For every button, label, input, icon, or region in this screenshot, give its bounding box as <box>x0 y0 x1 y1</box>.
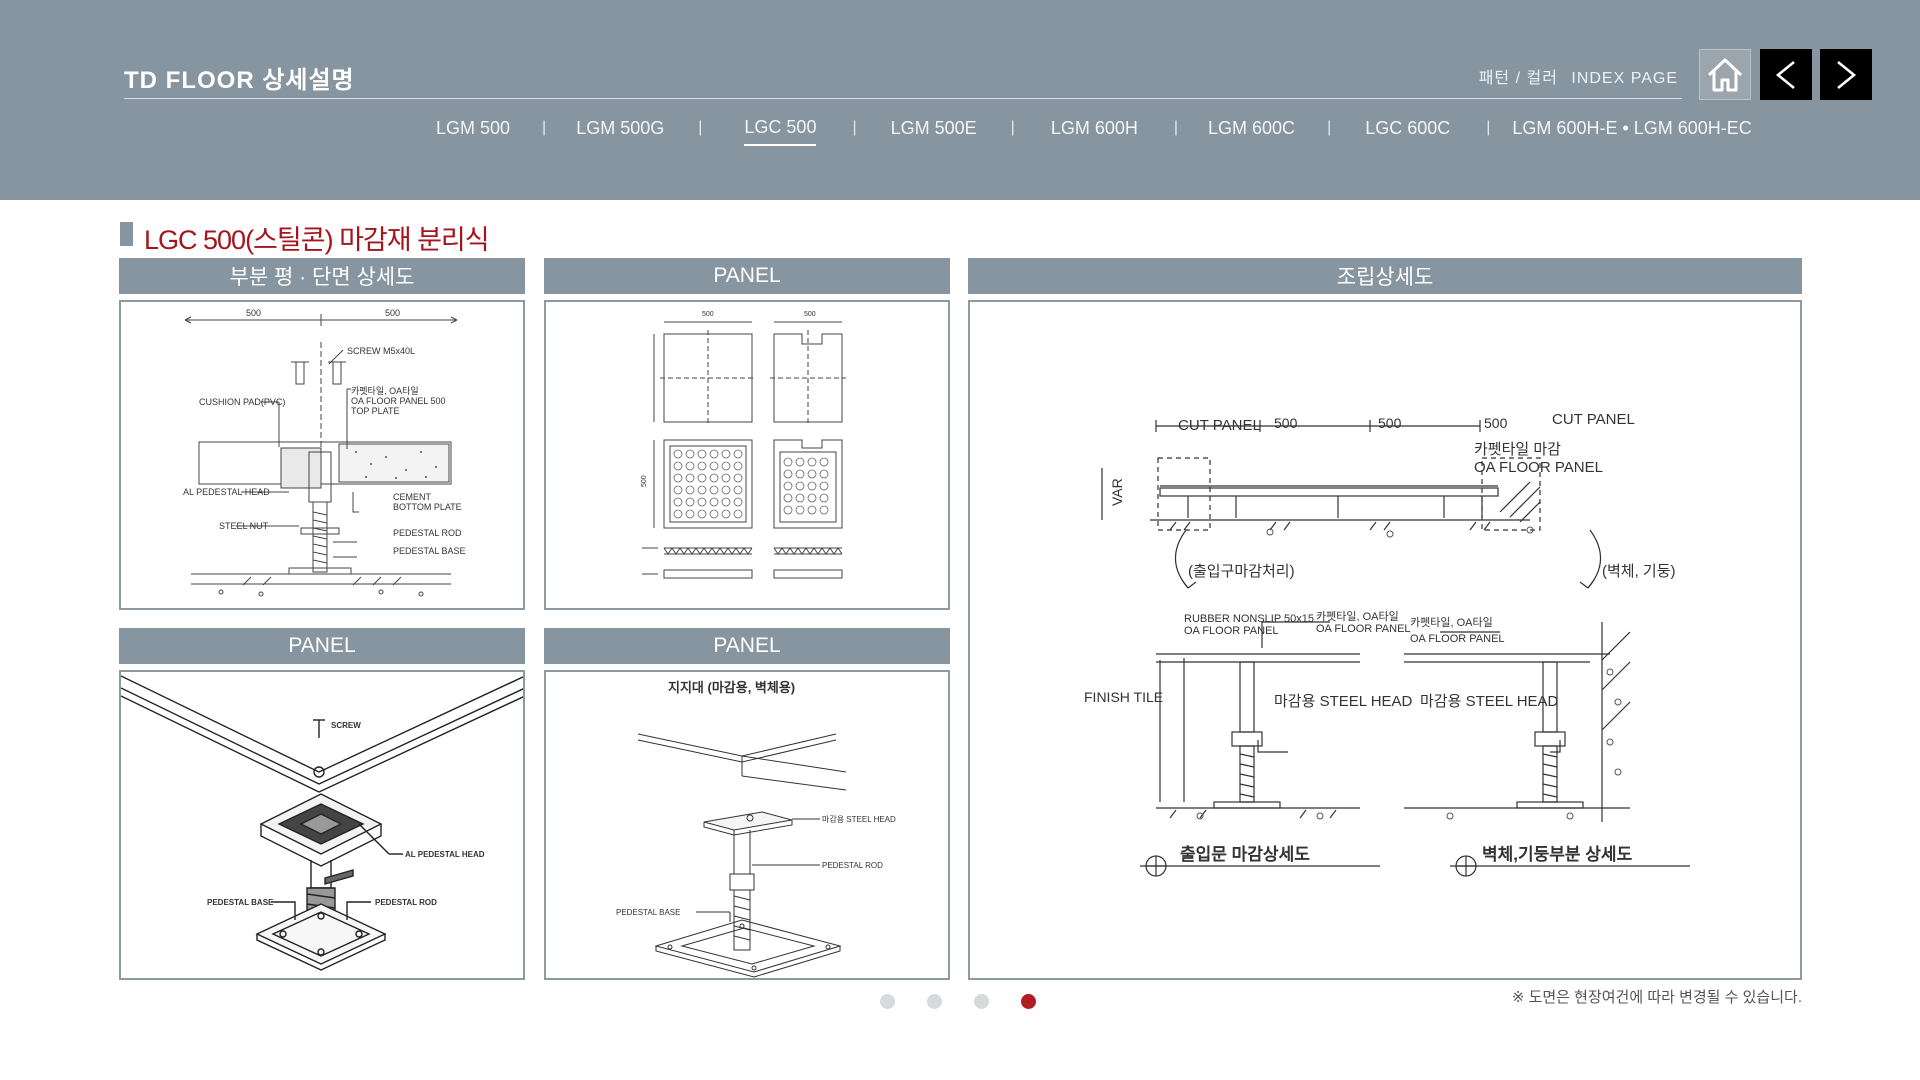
panel-pedestal-drawing: 지지대 (마감용, 벽체용) 마감용 STEEL HEAD PEDESTAL R… <box>544 670 950 980</box>
callout-al-head: AL PEDESTAL HEAD <box>405 850 485 859</box>
section-title: LGC 500(스틸콘) 마감재 분리식 <box>144 225 490 255</box>
callout-carpet-oa: 카펫타일, OA타일 <box>1316 609 1399 623</box>
home-button[interactable] <box>1699 49 1751 100</box>
callout-cement: CEMENT <box>393 492 432 502</box>
callout-rod: PEDESTAL ROD <box>375 898 437 907</box>
callout-al-head: AL PEDESTAL HEAD <box>183 487 270 497</box>
tab-lgm-500g[interactable]: LGM 500G <box>576 118 664 145</box>
tab-lgc-500[interactable]: LGC 500 <box>744 117 817 146</box>
dim-label: 500 <box>1378 415 1402 431</box>
callout-carpet: 카펫타일, OA타일 <box>351 386 419 396</box>
callout-finish-tile: FINISH TILE <box>1084 689 1163 705</box>
pattern-color-link[interactable]: 패턴 / 컬러 <box>1479 70 1558 87</box>
callout-oa-panel: OA FLOOR PANEL <box>1474 459 1603 476</box>
tab-separator: | <box>698 119 703 136</box>
tab-separator: | <box>1173 119 1179 136</box>
header-bar: TD FLOOR 상세설명 패턴 / 컬러 INDEX PAGE LGM 500… <box>0 0 1920 200</box>
header-links: 패턴 / 컬러 INDEX PAGE <box>1475 64 1682 88</box>
panel-header-assembly: 조립상세도 <box>968 258 1802 294</box>
panel-pedestal-svg: 지지대 (마감용, 벽체용) 마감용 STEEL HEAD PEDESTAL R… <box>616 680 896 978</box>
callout-base: PEDESTAL BASE <box>616 908 680 917</box>
dim-label: 500 <box>641 475 648 487</box>
dim-label: 500 <box>246 308 261 318</box>
page-title: TD FLOOR 상세설명 <box>124 67 355 94</box>
tab-lgm-600h[interactable]: LGM 600H <box>1051 118 1138 145</box>
model-tabs: LGM 500 | LGM 500G | LGC 500 | LGM 500E … <box>436 116 1752 146</box>
callout-steel-nut: STEEL NUT <box>219 521 269 531</box>
dim-label: 500 <box>804 311 816 318</box>
tab-separator: | <box>852 119 857 136</box>
section-detail-svg: 500 500 SCREW M5x40L CUSHION PAD(PVC) 카펫… <box>183 308 466 597</box>
page-dot-4[interactable] <box>1021 994 1036 1009</box>
callout-bottom-plate: BOTTOM PLATE <box>393 502 462 512</box>
dim-label: 500 <box>702 311 714 318</box>
section-detail-drawing: 500 500 SCREW M5x40L CUSHION PAD(PVC) 카펫… <box>119 300 525 610</box>
page-dot-2[interactable] <box>927 994 942 1009</box>
callout-cushion: CUSHION PAD(PVC) <box>199 397 285 407</box>
dim-label: 500 <box>1274 415 1298 431</box>
caption-entrance: 출입문 마감상세도 <box>1180 845 1310 864</box>
callout-rod: PEDESTAL ROD <box>393 528 462 538</box>
callout-oa-panel-3: OA FLOOR PANEL <box>1316 623 1411 635</box>
tab-lgm-600h-e[interactable]: LGM 600H-E • LGM 600H-EC <box>1512 118 1751 145</box>
next-button[interactable] <box>1820 49 1872 100</box>
section-marker <box>120 222 133 246</box>
tab-separator: | <box>1010 119 1015 136</box>
tab-lgc-600c[interactable]: LGC 600C <box>1365 118 1450 145</box>
tab-separator: | <box>542 119 547 136</box>
prev-button[interactable] <box>1760 49 1812 100</box>
assembly-detail-svg: CUT PANEL 500 500 500 CUT PANEL 카펫타일 마감 … <box>1084 411 1690 877</box>
callout-steel-head-1: 마감용 STEEL HEAD <box>1274 693 1413 710</box>
callout-screw: SCREW M5x40L <box>347 346 415 356</box>
dim-label: 500 <box>1484 415 1508 431</box>
page-dot-1[interactable] <box>880 994 895 1009</box>
dim-var: VAR <box>1109 478 1125 506</box>
callout-base: PEDESTAL BASE <box>393 546 466 556</box>
callout-wall-column: (벽체, 기둥) <box>1602 563 1676 580</box>
callout-cut-panel-left: CUT PANEL <box>1178 417 1261 434</box>
callout-base: PEDESTAL BASE <box>207 898 274 907</box>
panel-header-panel-iso: PANEL <box>119 628 525 664</box>
callout-carpet-oa-2: 카펫타일, OA타일 <box>1410 615 1493 629</box>
callout-oa-panel-2: OA FLOOR PANEL <box>1184 625 1279 637</box>
home-icon <box>1707 58 1743 91</box>
panel-iso-drawing: SCREW AL PEDESTAL HEAD PEDESTAL BASE PED… <box>119 670 525 980</box>
index-page-link[interactable]: INDEX PAGE <box>1571 70 1678 87</box>
panel-plan-svg: 500 500 500 <box>641 311 846 579</box>
page-dot-3[interactable] <box>974 994 989 1009</box>
callout-steel-head-2: 마감용 STEEL HEAD <box>1420 693 1559 710</box>
tab-separator: | <box>1327 119 1332 136</box>
chevron-right-icon <box>1837 60 1857 89</box>
callout-oa-panel-4: OA FLOOR PANEL <box>1410 633 1505 645</box>
tab-lgm-500e[interactable]: LGM 500E <box>891 118 977 145</box>
tab-lgm-500[interactable]: LGM 500 <box>436 118 510 145</box>
assembly-detail-drawing: CUT PANEL 500 500 500 CUT PANEL 카펫타일 마감 … <box>968 300 1802 980</box>
panel-header-section-detail: 부분 평 · 단면 상세도 <box>119 258 525 294</box>
callout-rod: PEDESTAL ROD <box>822 861 883 870</box>
callout-top-plate: TOP PLATE <box>351 406 400 416</box>
callout-rubber: RUBBER NONSLIP 50x15 <box>1184 613 1314 625</box>
panel-header-panel-pedestal: PANEL <box>544 628 950 664</box>
drawing-subtitle: 지지대 (마감용, 벽체용) <box>668 680 795 695</box>
callout-entrance-finish: (출입구마감처리) <box>1188 563 1295 580</box>
callout-carpet-finish: 카펫타일 마감 <box>1474 441 1561 458</box>
callout-cut-panel-right: CUT PANEL <box>1552 411 1635 428</box>
panel-header-panel: PANEL <box>544 258 950 294</box>
dim-label: 500 <box>385 308 400 318</box>
pagination-dots <box>880 994 1068 1009</box>
chevron-left-icon <box>1775 60 1795 89</box>
caption-wall: 벽체,기둥부분 상세도 <box>1482 845 1633 864</box>
footer-note: ※ 도면은 현장여건에 따라 변경될 수 있습니다. <box>1511 989 1802 1006</box>
callout-screw: SCREW <box>331 721 361 730</box>
panel-plan-drawing: 500 500 500 <box>544 300 950 610</box>
callout-steel-head: 마감용 STEEL HEAD <box>822 814 896 824</box>
tab-lgm-600c[interactable]: LGM 600C <box>1208 118 1295 145</box>
panel-iso-svg: SCREW AL PEDESTAL HEAD PEDESTAL BASE PED… <box>121 675 523 971</box>
callout-oa-panel: OA FLOOR PANEL 500 <box>351 396 446 406</box>
header-divider <box>124 98 1682 99</box>
tab-separator: | <box>1486 119 1491 136</box>
